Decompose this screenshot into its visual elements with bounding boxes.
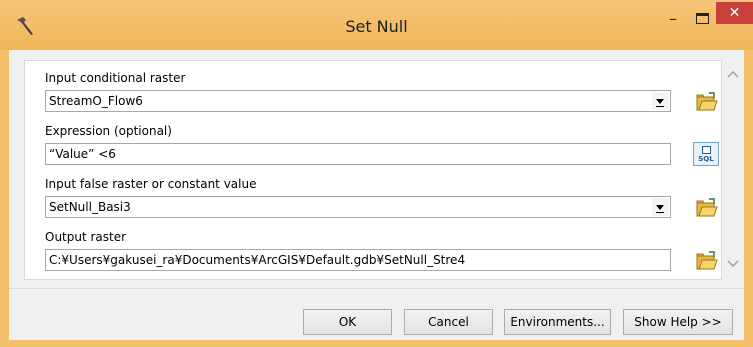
- maximize-button[interactable]: [690, 10, 716, 32]
- show-help-button[interactable]: Show Help >>: [623, 309, 733, 335]
- scroll-up-icon[interactable]: [726, 68, 740, 82]
- output-raster-label: Output raster: [45, 230, 127, 244]
- scroll-down-icon[interactable]: [726, 256, 740, 270]
- input-conditional-raster-combobox[interactable]: StreamO_Flow6: [45, 90, 671, 112]
- close-button[interactable]: ✕: [716, 2, 753, 24]
- minimize-button[interactable]: –: [660, 10, 686, 32]
- cancel-button[interactable]: Cancel: [404, 309, 493, 335]
- ok-button[interactable]: OK: [303, 309, 392, 335]
- set-null-dialog: Set Null – ✕ Input conditional raster St…: [0, 0, 753, 347]
- parameters-panel: Input conditional raster StreamO_Flow6 E…: [24, 60, 722, 280]
- expression-value: “Value” <6: [49, 147, 116, 161]
- close-icon: ✕: [728, 5, 741, 21]
- output-raster-input[interactable]: C:¥Users¥gakusei_ra¥Documents¥ArcGIS¥Def…: [45, 249, 671, 271]
- environments-button[interactable]: Environments...: [504, 309, 611, 335]
- input-conditional-raster-label: Input conditional raster: [45, 71, 186, 85]
- input-false-raster-label: Input false raster or constant value: [45, 177, 257, 191]
- expression-input[interactable]: “Value” <6: [45, 143, 671, 165]
- input-false-raster-value: SetNull_Basi3: [49, 200, 131, 214]
- expression-label: Expression (optional): [45, 124, 172, 138]
- vertical-scrollbar[interactable]: [722, 60, 744, 280]
- folder-open-icon[interactable]: [693, 249, 719, 273]
- minimize-icon: –: [669, 9, 677, 28]
- button-bar: OK Cancel Environments... Show Help >>: [9, 288, 744, 340]
- dialog-title: Set Null: [345, 17, 408, 36]
- sql-query-icon: [702, 146, 711, 154]
- title-bar[interactable]: Set Null – ✕: [0, 0, 753, 50]
- sql-label: SQL: [698, 155, 714, 163]
- chevron-down-icon[interactable]: [652, 92, 669, 110]
- folder-open-icon[interactable]: [693, 196, 719, 220]
- input-false-raster-combobox[interactable]: SetNull_Basi3: [45, 196, 671, 218]
- sql-query-button[interactable]: SQL: [693, 142, 719, 166]
- input-conditional-raster-value: StreamO_Flow6: [49, 94, 143, 108]
- maximize-icon: [696, 13, 709, 24]
- output-raster-value: C:¥Users¥gakusei_ra¥Documents¥ArcGIS¥Def…: [49, 253, 466, 267]
- dialog-content: Input conditional raster StreamO_Flow6 E…: [9, 50, 744, 288]
- chevron-down-icon[interactable]: [652, 198, 669, 216]
- folder-open-icon[interactable]: [693, 90, 719, 114]
